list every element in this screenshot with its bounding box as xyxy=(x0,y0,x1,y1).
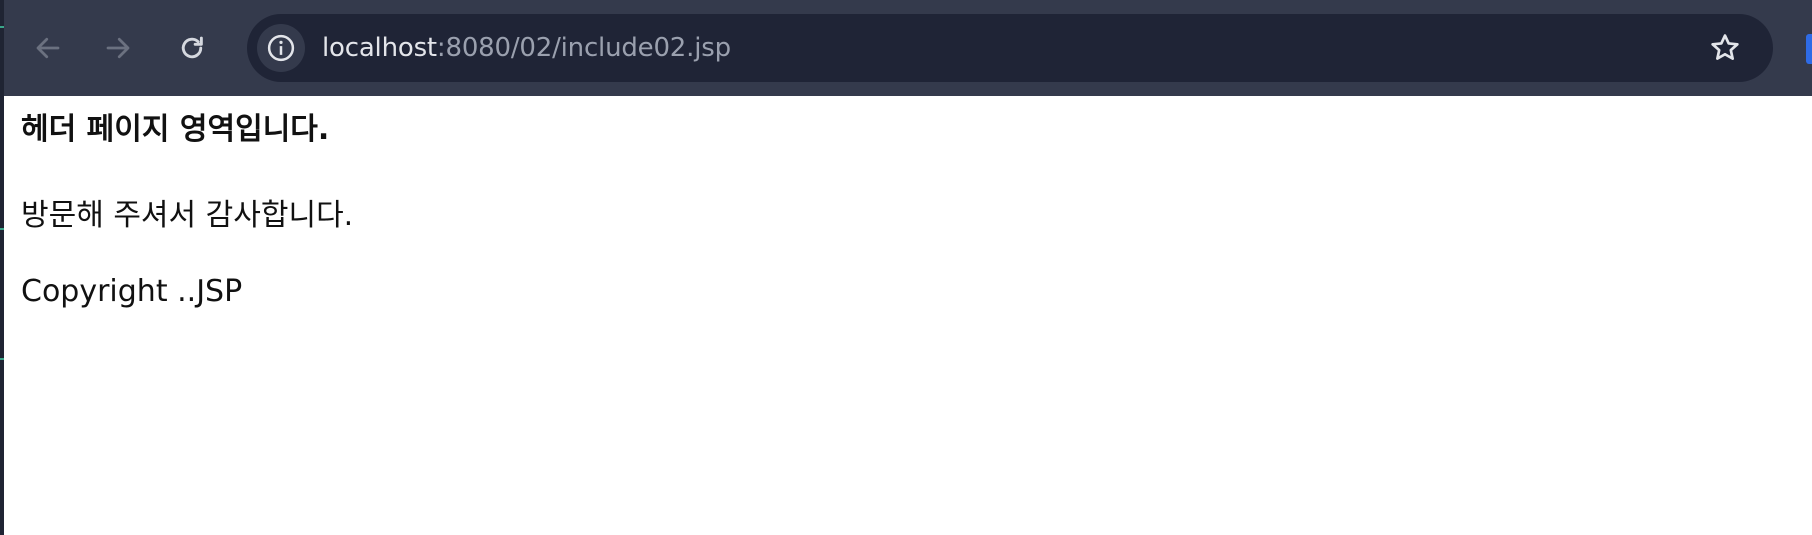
info-icon xyxy=(267,34,295,62)
arrow-left-icon xyxy=(36,37,60,59)
reload-icon xyxy=(181,36,203,59)
header-heading: 헤더 페이지 영역입니다. xyxy=(21,112,330,147)
url-host: localhost xyxy=(322,33,437,63)
url-path: :8080/02/include02.jsp xyxy=(436,33,731,63)
arrow-right-icon xyxy=(106,37,130,59)
forward-button[interactable] xyxy=(88,18,148,78)
welcome-message: 방문해 주셔서 감사합니다. xyxy=(21,198,354,233)
extension-icon-edge[interactable] xyxy=(1806,34,1812,64)
site-info-button[interactable] xyxy=(257,24,305,72)
address-bar[interactable]: localhost:8080/02/include02.jsp xyxy=(247,14,1773,82)
browser-toolbar: localhost:8080/02/include02.jsp xyxy=(4,0,1812,96)
url-text[interactable]: localhost:8080/02/include02.jsp xyxy=(322,14,731,82)
copyright-text: Copyright ..JSP xyxy=(21,274,243,309)
bookmark-button[interactable] xyxy=(1705,28,1745,68)
page-content: 헤더 페이지 영역입니다. 방문해 주셔서 감사합니다. Copyright .… xyxy=(4,96,1812,535)
star-icon xyxy=(1711,34,1739,60)
reload-button[interactable] xyxy=(162,18,222,78)
back-button[interactable] xyxy=(18,18,78,78)
